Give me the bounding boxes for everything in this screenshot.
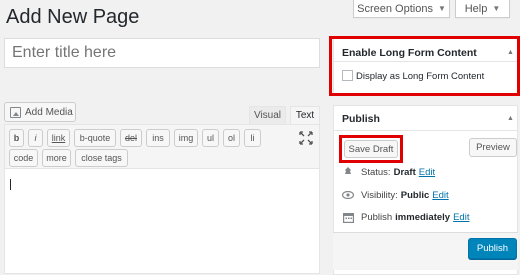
pin-icon: [342, 166, 354, 178]
caret-down-icon: ▼: [492, 4, 501, 13]
highlight-long-form: [329, 36, 520, 96]
status-edit-link[interactable]: Edit: [419, 167, 435, 178]
eye-icon: [342, 189, 354, 201]
status-label: Status:: [361, 166, 391, 178]
help-label: Help: [464, 2, 488, 15]
publish-divider: [333, 130, 518, 131]
add-media-button[interactable]: Add Media: [4, 102, 76, 122]
qt-img-button[interactable]: img: [174, 129, 198, 147]
qt-more-button[interactable]: more: [42, 149, 71, 167]
status-row: Status: Draft Edit: [342, 166, 435, 178]
title-input[interactable]: [4, 38, 320, 68]
fullscreen-icon[interactable]: [299, 131, 313, 145]
preview-button[interactable]: Preview: [469, 138, 517, 157]
qt-ol-button[interactable]: ol: [223, 129, 240, 147]
screen-options-button[interactable]: Screen Options ▼: [353, 0, 450, 18]
qt-close-tags-button[interactable]: close tags: [75, 149, 128, 167]
help-button[interactable]: Help ▼: [455, 0, 510, 18]
qt-bold-button[interactable]: b: [9, 129, 24, 147]
text-cursor: [10, 179, 11, 190]
qt-italic-button[interactable]: i: [28, 129, 43, 147]
visibility-value: Public: [400, 189, 430, 201]
publish-time-label: Publish: [361, 211, 393, 223]
qt-ins-button[interactable]: ins: [146, 129, 170, 147]
qt-link-button[interactable]: link: [47, 129, 70, 147]
tab-visual[interactable]: Visual: [249, 106, 286, 125]
publish-time-row: Publish immediately Edit: [342, 211, 469, 223]
screen-options-label: Screen Options: [357, 2, 433, 15]
caret-down-icon: ▼: [437, 4, 446, 13]
publish-button[interactable]: Publish: [468, 238, 517, 259]
visibility-row: Visibility: Public Edit: [342, 189, 449, 201]
qt-del-button[interactable]: del: [120, 129, 142, 147]
visibility-edit-link[interactable]: Edit: [432, 190, 448, 201]
page-title: Add New Page: [6, 6, 140, 28]
calendar-icon: [342, 211, 354, 223]
collapse-toggle-icon[interactable]: ▲: [507, 115, 514, 122]
qt-ul-button[interactable]: ul: [202, 129, 219, 147]
qt-li-button[interactable]: li: [244, 129, 261, 147]
publish-time-value: immediately: [395, 211, 451, 223]
publish-time-edit-link[interactable]: Edit: [453, 212, 469, 223]
add-media-label: Add Media: [25, 106, 73, 118]
qt-code-button[interactable]: code: [9, 149, 38, 167]
publish-title: Publish: [342, 113, 380, 125]
highlight-save-draft: [339, 135, 403, 163]
qt-bquote-button[interactable]: b-quote: [74, 129, 116, 147]
media-icon: [10, 106, 21, 118]
tab-text[interactable]: Text: [290, 106, 320, 125]
visibility-label: Visibility:: [361, 189, 398, 201]
status-value: Draft: [393, 166, 416, 178]
